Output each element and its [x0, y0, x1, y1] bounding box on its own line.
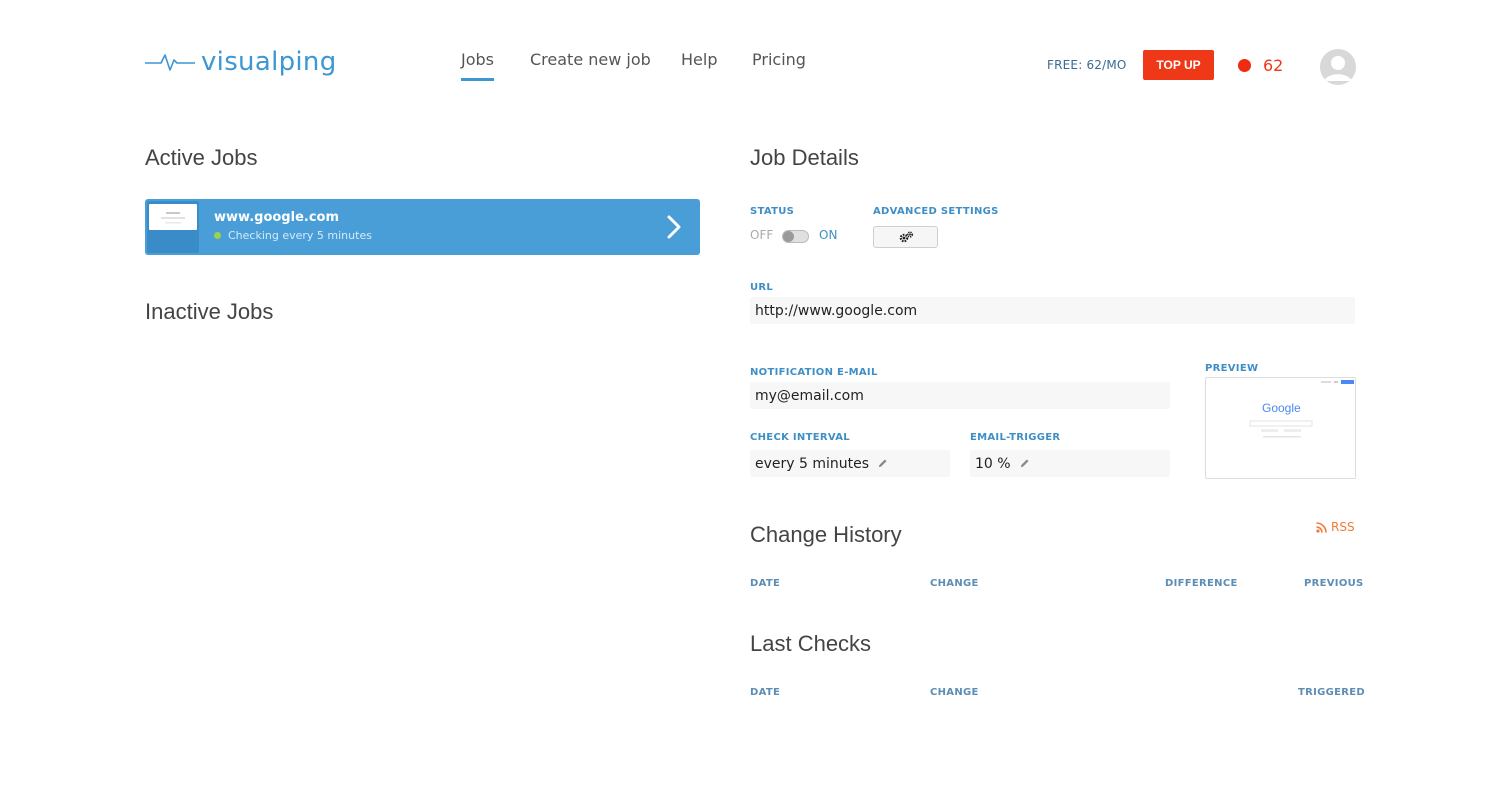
email-field[interactable]: my@email.com — [750, 382, 1170, 409]
chevron-right-icon[interactable] — [666, 215, 682, 239]
credits-count: 62 — [1263, 56, 1284, 75]
pulse-logo-icon — [145, 54, 195, 71]
history-col-change: CHANGE — [930, 578, 979, 589]
check-interval-field[interactable]: every 5 minutes — [750, 450, 950, 477]
credits-dot-icon — [1238, 59, 1251, 72]
status-toggle[interactable] — [782, 230, 809, 243]
nav-create-new-job[interactable]: Create new job — [530, 50, 651, 69]
url-value: http://www.google.com — [755, 302, 918, 319]
job-status: Checking every 5 minutes — [214, 229, 372, 242]
top-up-button[interactable]: TOP UP — [1143, 50, 1214, 80]
checks-col-change: CHANGE — [930, 687, 979, 698]
notification-email-label: NOTIFICATION E-MAIL — [750, 367, 878, 378]
email-trigger-label: EMAIL-TRIGGER — [970, 432, 1061, 443]
brand-logo[interactable]: visualping — [145, 44, 337, 80]
job-url: www.google.com — [214, 210, 340, 225]
inactive-jobs-heading: Inactive Jobs — [145, 299, 274, 324]
pencil-icon[interactable] — [877, 458, 888, 469]
toggle-knob — [783, 231, 794, 242]
pencil-icon[interactable] — [1019, 458, 1030, 469]
plan-label: FREE: 62/MO — [1047, 58, 1127, 72]
status-dot-icon — [214, 232, 221, 239]
active-jobs-heading: Active Jobs — [145, 145, 258, 170]
nav-help[interactable]: Help — [681, 50, 717, 69]
nav-jobs[interactable]: Jobs — [461, 50, 494, 81]
advanced-settings-label: ADVANCED SETTINGS — [873, 206, 999, 217]
email-trigger-field[interactable]: 10 % — [970, 450, 1170, 477]
check-interval-value: every 5 minutes — [755, 455, 870, 472]
advanced-settings-button[interactable] — [873, 226, 938, 248]
gears-icon — [899, 231, 913, 243]
preview-label: PREVIEW — [1205, 363, 1259, 374]
toggle-off-label: OFF — [750, 228, 774, 242]
url-label: URL — [750, 282, 774, 293]
job-details-heading: Job Details — [750, 145, 859, 170]
checks-col-triggered: TRIGGERED — [1298, 687, 1366, 698]
page-preview[interactable]: Google — [1205, 377, 1356, 479]
job-status-text: Checking every 5 minutes — [228, 229, 372, 242]
url-field[interactable]: http://www.google.com — [750, 297, 1355, 324]
job-thumbnail — [147, 201, 199, 253]
brand-name: visualping — [201, 47, 337, 77]
user-avatar-icon[interactable] — [1320, 49, 1356, 85]
history-col-difference: DIFFERENCE — [1165, 578, 1238, 589]
email-trigger-value: 10 % — [975, 455, 1011, 472]
status-label: STATUS — [750, 206, 795, 217]
rss-icon — [1316, 521, 1327, 533]
history-col-date: DATE — [750, 578, 781, 589]
nav-pricing[interactable]: Pricing — [752, 50, 806, 69]
rss-link[interactable]: RSS — [1316, 520, 1355, 534]
email-value: my@email.com — [755, 387, 864, 404]
checks-col-date: DATE — [750, 687, 781, 698]
active-job-card[interactable]: www.google.com Checking every 5 minutes — [145, 199, 700, 255]
history-col-previous: PREVIOUS — [1304, 578, 1364, 589]
credits-indicator: 62 — [1238, 56, 1283, 75]
toggle-on-label: ON — [819, 228, 838, 242]
last-checks-heading: Last Checks — [750, 631, 872, 656]
preview-google-logo: Google — [1262, 401, 1301, 415]
rss-label: RSS — [1331, 520, 1355, 534]
change-history-heading: Change History — [750, 522, 902, 547]
check-interval-label: CHECK INTERVAL — [750, 432, 850, 443]
